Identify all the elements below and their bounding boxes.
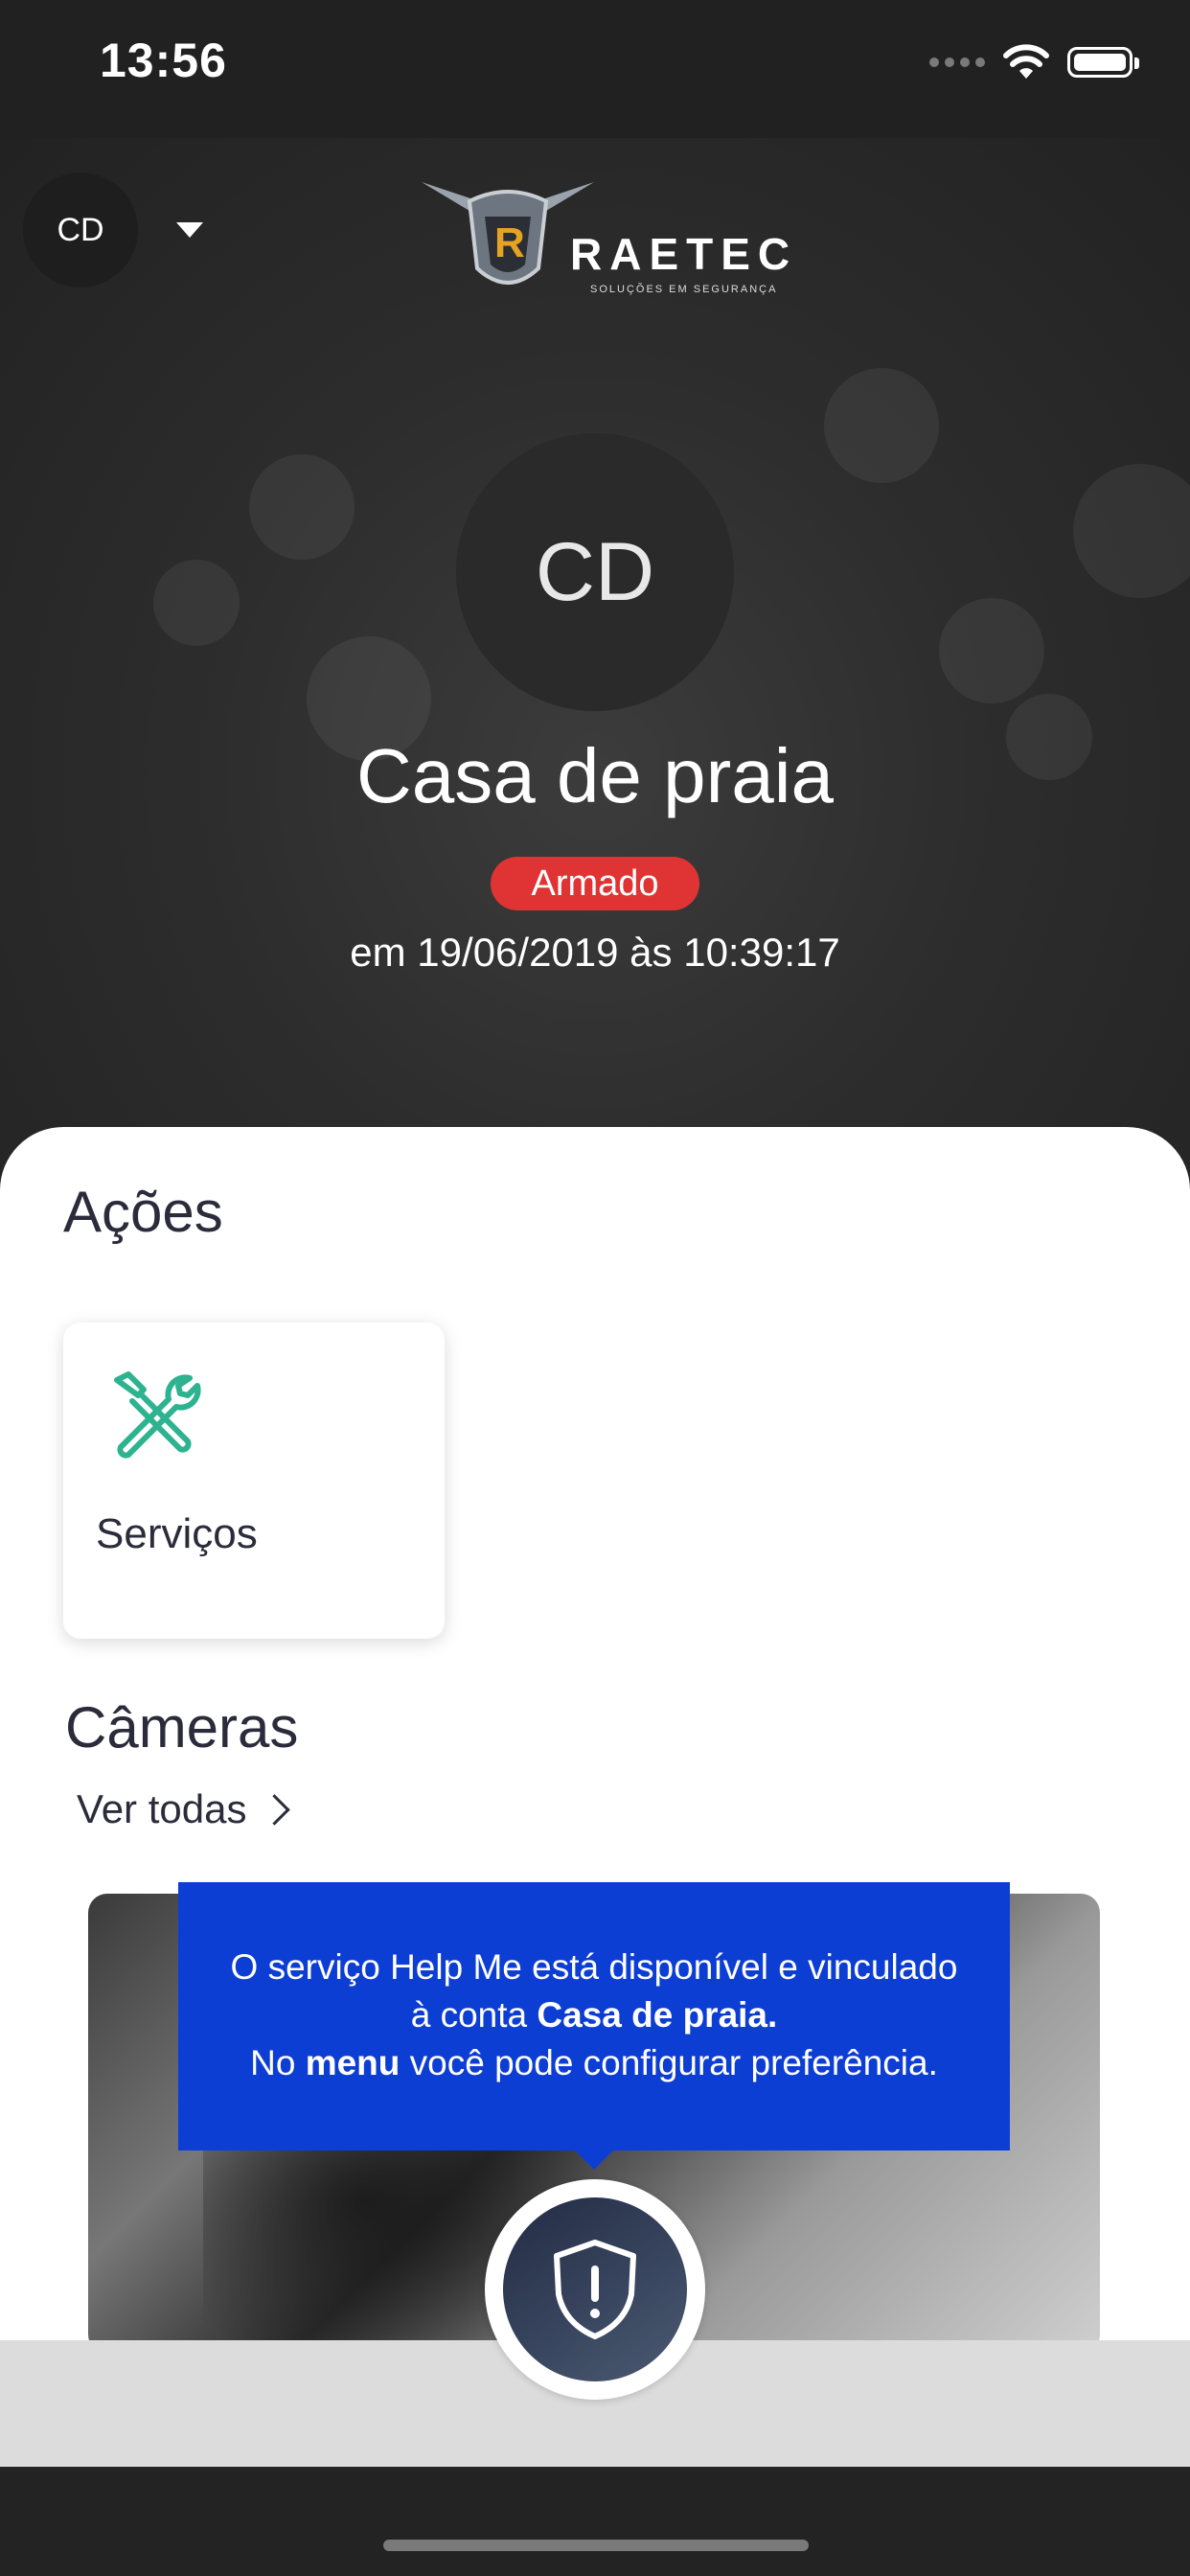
place-avatar: CD (456, 433, 734, 711)
tooltip-line-2: à conta Casa de praia. (178, 1991, 1010, 2039)
home-area (0, 2467, 1190, 2576)
tools-icon (114, 1371, 201, 1459)
bokeh (939, 598, 1044, 703)
services-action-tile[interactable]: Serviços (63, 1322, 445, 1639)
bokeh (153, 560, 240, 646)
tooltip-account-name: Casa de praia. (537, 1995, 778, 2035)
svg-text:R: R (494, 219, 525, 266)
raetec-logo: R RAETEC SOLUÇÕES EM SEGURANÇA (412, 163, 814, 307)
logo-text: RAETEC (570, 229, 798, 279)
see-all-label: Ver todas (77, 1786, 247, 1831)
actions-title: Ações (63, 1180, 223, 1244)
help-me-button-inner[interactable] (503, 2197, 687, 2381)
account-avatar[interactable]: CD (23, 172, 138, 288)
cameras-title: Câmeras (65, 1695, 299, 1760)
chevron-right-icon (259, 1793, 291, 1826)
tooltip-line-3: No menu você pode configurar preferência… (178, 2039, 1010, 2087)
home-indicator[interactable] (383, 2540, 809, 2551)
place-name: Casa de praia (355, 733, 835, 818)
status-icons (929, 38, 1139, 86)
cellular-signal-icon (929, 58, 985, 67)
tooltip-menu-word: menu (305, 2043, 400, 2082)
status-bar: 13:56 (0, 0, 1190, 138)
status-badge: Armado (491, 857, 699, 910)
status-timestamp: em 19/06/2019 às 10:39:17 (350, 930, 840, 975)
tooltip-line-2-text: à conta (410, 1995, 538, 2035)
header: CD R RAETEC SOLUÇÕES EM SEGURANÇA CD Cas… (0, 138, 1190, 1192)
help-me-button[interactable] (485, 2179, 705, 2400)
tooltip-line-1: O serviço Help Me está disponível e vinc… (230, 1947, 958, 1987)
services-label: Serviços (96, 1510, 258, 1557)
chevron-down-icon[interactable] (176, 222, 203, 238)
bokeh (824, 368, 939, 483)
see-all-cameras-link[interactable]: Ver todas (77, 1786, 291, 1832)
shield-alert-icon (554, 2240, 636, 2339)
bokeh (249, 454, 355, 560)
account-switcher[interactable]: CD (23, 172, 203, 288)
tooltip-line-3-suffix: você pode configurar preferência. (400, 2043, 938, 2082)
helpme-tooltip[interactable]: O serviço Help Me está disponível e vinc… (178, 1882, 1010, 2170)
status-time: 13:56 (100, 34, 227, 87)
battery-icon (1067, 47, 1139, 78)
tooltip-line-3-prefix: No (250, 2043, 306, 2082)
logo-subtitle: SOLUÇÕES EM SEGURANÇA (590, 284, 778, 295)
wifi-icon (1003, 44, 1049, 79)
bokeh (1073, 464, 1190, 598)
